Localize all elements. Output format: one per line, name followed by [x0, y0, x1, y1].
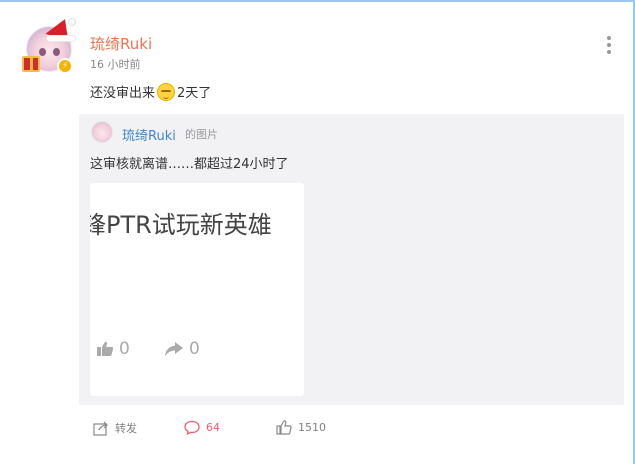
like-icon — [276, 420, 292, 435]
post-action-bar: 转发 64 1510 — [90, 420, 330, 440]
window-top-border — [0, 0, 635, 2]
thumbnail-share-stat: 0 — [164, 339, 200, 359]
reposted-card[interactable]: 琉绮Ruki 的图片 这审核就离谱……都超过24小时了 锋PTR试玩新英雄 0 … — [79, 114, 624, 405]
more-vertical-icon[interactable] — [605, 36, 613, 54]
comment-icon — [184, 420, 200, 435]
thumbnail-title: 锋PTR试玩新英雄 — [90, 211, 272, 239]
repost-author-avatar[interactable] — [91, 121, 113, 143]
share-arrow-icon — [165, 342, 183, 356]
santa-hat-pom — [68, 18, 76, 26]
comment-count: 64 — [206, 421, 220, 434]
post-text-part1: 还没审出来 — [90, 86, 156, 101]
avatar-eye-right — [53, 48, 60, 56]
like-button[interactable]: 1510 — [276, 420, 326, 435]
author-avatar[interactable]: ⚡ — [22, 14, 78, 74]
repost-text: 这审核就离谱……都超过24小时了 — [90, 157, 289, 172]
post-author-name[interactable]: 琉绮Ruki — [90, 33, 152, 54]
santa-hat-trim — [46, 35, 76, 42]
thumbnail-like-count: 0 — [119, 339, 130, 359]
repost-tag: 的图片 — [185, 128, 218, 141]
post-timestamp[interactable]: 16 小时前 — [90, 56, 141, 72]
thumbnail-share-count: 0 — [189, 339, 200, 359]
repost-image-thumbnail[interactable]: 锋PTR试玩新英雄 0 0 — [90, 183, 304, 396]
post-text-part2: 2天了 — [177, 86, 212, 101]
forward-label: 转发 — [115, 422, 137, 435]
post-text: 还没审出来 2天了 — [90, 82, 211, 101]
like-count: 1510 — [298, 421, 326, 434]
thumbnail-like-stat: 0 — [96, 339, 130, 359]
verified-badge-icon: ⚡ — [57, 58, 73, 74]
avatar-eye-left — [39, 48, 46, 56]
dizzy-face-emoji-icon — [157, 82, 176, 101]
forward-button[interactable]: 转发 — [93, 420, 137, 436]
thumbs-up-icon — [97, 341, 114, 356]
gift-icon — [22, 56, 40, 72]
forward-icon — [93, 421, 108, 436]
repost-author-name[interactable]: 琉绮Ruki — [122, 125, 176, 144]
comment-button[interactable]: 64 — [184, 420, 220, 435]
